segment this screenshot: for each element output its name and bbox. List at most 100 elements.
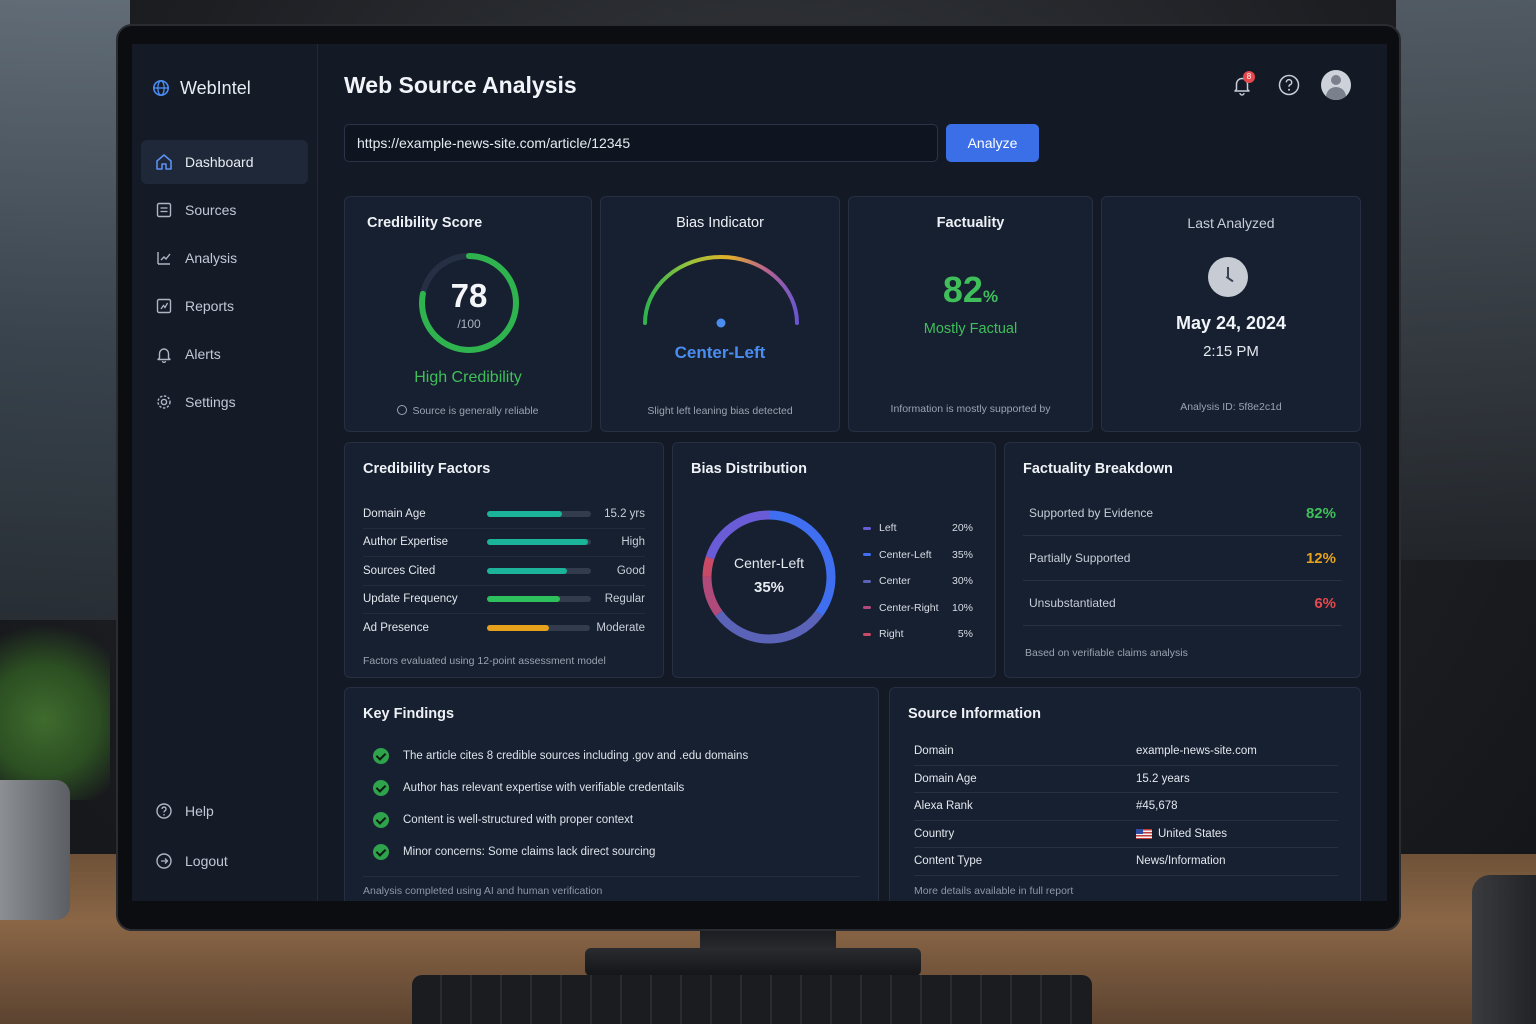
check-icon	[373, 780, 389, 796]
table-row: Domain example-news-site.com	[914, 738, 1338, 766]
finding-text: Minor concerns: Some claims lack direct …	[403, 846, 656, 858]
monitor-stand-base	[585, 948, 921, 976]
url-input[interactable]	[344, 124, 938, 162]
legend-swatch	[863, 553, 871, 557]
legend-name: Right	[879, 628, 904, 641]
list-icon	[156, 202, 172, 218]
factor-bar	[486, 625, 591, 632]
factor-bar-fill	[486, 625, 549, 632]
factor-row: Domain Age 15.2 yrs	[363, 500, 645, 529]
last-analyzed-time: 2:15 PM	[1203, 343, 1259, 360]
credibility-factors-card: Credibility Factors Domain Age 15.2 yrs …	[344, 442, 664, 678]
info-value-text: United States	[1158, 827, 1228, 840]
finding-item: Minor concerns: Some claims lack direct …	[373, 836, 858, 868]
info-key: Country	[914, 827, 955, 840]
breakdown-name: Partially Supported	[1029, 551, 1131, 565]
bias-legend: Left 20% Center-Left 35% Center 30% Center-…	[863, 515, 973, 648]
sidebar-item-settings[interactable]: Settings	[141, 380, 308, 424]
main-content: Web Source Analysis 8 https://example-ne…	[318, 44, 1387, 901]
source-information-card: Source Information Domain example-news-si…	[889, 687, 1361, 901]
card-title: Factuality Breakdown	[1023, 461, 1173, 477]
legend-item: Center-Right 10%	[863, 595, 973, 622]
source-info-note: More details available in full report	[914, 885, 1074, 897]
sidebar-item-alerts[interactable]: Alerts	[141, 332, 308, 376]
legend-item: Center 30%	[863, 568, 973, 595]
info-key: Alexa Rank	[914, 800, 973, 813]
factor-value: Moderate	[596, 622, 645, 635]
background-window-right	[1396, 0, 1536, 560]
breakdown-row: Unsubstantiated 6%	[1023, 581, 1342, 626]
findings-list: The article cites 8 credible sources inc…	[373, 740, 858, 868]
legend-item: Left 20%	[863, 515, 973, 542]
page-title: Web Source Analysis	[344, 71, 577, 98]
breakdown-row: Supported by Evidence 82%	[1023, 491, 1342, 536]
bias-gauge	[643, 255, 799, 328]
analyze-button[interactable]: Analyze	[946, 124, 1039, 162]
factor-name: Domain Age	[363, 507, 426, 520]
info-key: Domain	[914, 745, 954, 758]
bias-distribution-card: Bias Distribution Center-Left 35% Left 20…	[672, 442, 996, 678]
factor-value: 15.2 yrs	[604, 507, 645, 520]
bias-indicator-card: Bias Indicator Center-Left Slight left l…	[600, 196, 840, 432]
factor-value: Good	[616, 564, 645, 577]
sidebar-item-analysis[interactable]: Analysis	[141, 236, 308, 280]
breakdown-value: 82%	[1305, 504, 1336, 522]
credibility-note-text: Source is generally reliable	[412, 405, 539, 417]
monitor: WebIntel Dashboard Sources Analysis Repo…	[116, 24, 1401, 931]
factor-bar	[487, 539, 591, 546]
table-row: Country United States	[914, 821, 1338, 848]
factor-value: High	[621, 536, 645, 549]
info-value: News/Information	[1136, 855, 1226, 868]
table-row: Alexa Rank #45,678	[914, 793, 1338, 821]
credibility-note: Source is generally reliable	[345, 405, 591, 417]
help-circle-icon[interactable]	[1277, 73, 1301, 97]
plant-pot	[0, 780, 70, 920]
info-value: 15.2 years	[1136, 772, 1190, 785]
donut-center-value: 35%	[753, 579, 785, 596]
keyboard	[412, 975, 1092, 1024]
avatar[interactable]	[1321, 70, 1351, 100]
sidebar-item-sources[interactable]: Sources	[141, 188, 308, 232]
background-window	[0, 0, 130, 620]
donut-center: Center-Left 35%	[695, 555, 843, 596]
finding-item: The article cites 8 credible sources inc…	[373, 740, 858, 772]
breakdown-list: Supported by Evidence 82% Partially Supp…	[1023, 491, 1342, 626]
legend-value: 5%	[957, 628, 973, 641]
factor-bar	[487, 567, 591, 574]
last-analyzed-card: Last Analyzed May 24, 2024 2:15 PM Analy…	[1101, 196, 1361, 432]
topbar: Web Source Analysis 8	[344, 44, 1361, 124]
sidebar-item-dashboard[interactable]: Dashboard	[141, 140, 308, 184]
source-info-table: Domain example-news-site.com Domain Age 15…	[914, 738, 1338, 876]
sidebar-bottom: Help Logout	[132, 788, 317, 888]
screen: WebIntel Dashboard Sources Analysis Repo…	[132, 44, 1387, 901]
brand[interactable]: WebIntel	[132, 74, 317, 102]
last-analyzed-date: May 24, 2024	[1175, 313, 1287, 333]
findings-note: Analysis completed using AI and human ve…	[363, 876, 860, 897]
gear-icon	[157, 395, 171, 409]
factor-row: Update Frequency Regular	[363, 586, 645, 614]
card-title: Credibility Factors	[363, 461, 491, 477]
sidebar-item-label: Dashboard	[185, 154, 254, 170]
table-row: Domain Age 15.2 years	[914, 766, 1338, 793]
notifications-button[interactable]: 8	[1227, 70, 1257, 100]
home-icon	[156, 154, 172, 170]
card-title: Source Information	[908, 706, 1041, 722]
bias-note: Slight left leaning bias detected	[647, 405, 793, 417]
factor-name: Author Expertise	[363, 536, 449, 549]
check-icon	[373, 844, 389, 860]
legend-value: 35%	[951, 548, 973, 561]
plant-leaves	[0, 600, 110, 800]
card-title: Bias Indicator	[676, 215, 764, 231]
legend-swatch	[863, 579, 871, 583]
top-icons: 8	[1227, 70, 1361, 100]
sidebar-item-logout[interactable]: Logout	[141, 838, 308, 884]
sidebar-item-help[interactable]: Help	[141, 788, 308, 834]
factor-row: Sources Cited Good	[363, 557, 645, 586]
us-flag-icon	[1136, 828, 1152, 839]
sidebar-item-reports[interactable]: Reports	[141, 284, 308, 328]
factuality-percent: 82%	[849, 269, 1092, 311]
sidebar-item-label: Reports	[185, 298, 235, 314]
finding-item: Author has relevant expertise with verif…	[373, 772, 858, 804]
donut-center-label: Center-Left	[733, 555, 805, 571]
factuality-percent-unit: %	[982, 287, 999, 306]
